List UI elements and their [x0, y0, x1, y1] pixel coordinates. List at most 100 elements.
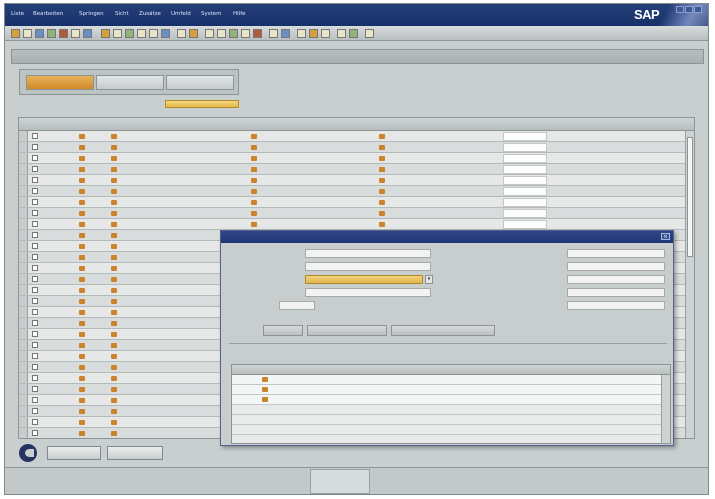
row-selector[interactable] [19, 351, 28, 361]
print-icon[interactable] [83, 29, 92, 38]
table-row[interactable] [19, 175, 687, 186]
menu-item-liste[interactable]: Liste [11, 11, 24, 17]
row-selector[interactable] [19, 230, 28, 240]
help-icon[interactable] [365, 29, 374, 38]
range-slider[interactable] [307, 325, 387, 336]
row-selector[interactable] [19, 395, 28, 405]
dialog-right-field-3[interactable] [567, 275, 665, 284]
item-row[interactable] [232, 405, 663, 415]
table-scrollbar[interactable] [685, 131, 694, 438]
row-selector[interactable] [19, 296, 28, 306]
range-from[interactable] [263, 325, 303, 336]
table-row[interactable] [19, 197, 687, 208]
row-checkbox[interactable] [32, 419, 38, 425]
row-checkbox[interactable] [32, 408, 38, 414]
minimize-icon[interactable] [676, 6, 684, 13]
row-checkbox[interactable] [32, 386, 38, 392]
dialog-right-field-4[interactable] [567, 288, 665, 297]
cancel-icon[interactable] [71, 29, 80, 38]
row-selector[interactable] [19, 175, 28, 185]
dialog-field-3[interactable] [305, 275, 423, 284]
row-selector[interactable] [19, 208, 28, 218]
row-checkbox[interactable] [32, 342, 38, 348]
dialog-right-field-1[interactable] [567, 249, 665, 258]
row-selector[interactable] [19, 263, 28, 273]
value-help-icon[interactable]: ▾ [425, 275, 433, 284]
row-checkbox[interactable] [32, 243, 38, 249]
row-checkbox[interactable] [32, 221, 38, 227]
item-row[interactable] [232, 385, 663, 395]
row-checkbox[interactable] [32, 254, 38, 260]
row-checkbox[interactable] [32, 364, 38, 370]
find-icon[interactable] [101, 29, 110, 38]
scrollbar-thumb[interactable] [687, 137, 693, 257]
row-checkbox[interactable] [32, 320, 38, 326]
sort-asc-icon[interactable] [205, 29, 214, 38]
row-selector[interactable] [19, 417, 28, 427]
table-row[interactable] [19, 142, 687, 153]
details-icon[interactable] [297, 29, 306, 38]
dialog-field-5[interactable] [279, 301, 315, 310]
graphic-icon[interactable] [337, 29, 346, 38]
item-row[interactable] [232, 435, 663, 443]
tab-3[interactable] [166, 75, 234, 90]
row-checkbox[interactable] [32, 177, 38, 183]
row-selector[interactable] [19, 384, 28, 394]
row-checkbox[interactable] [32, 199, 38, 205]
menu-item-sicht[interactable]: Sicht [115, 11, 129, 17]
row-checkbox[interactable] [32, 188, 38, 194]
row-checkbox[interactable] [32, 276, 38, 282]
item-table-scrollbar[interactable] [661, 375, 670, 443]
export-icon[interactable] [281, 29, 290, 38]
menu-item-bearbeiten[interactable]: Bearbeiten [33, 11, 63, 17]
first-page-icon[interactable] [125, 29, 134, 38]
range-to[interactable] [391, 325, 495, 336]
last-page-icon[interactable] [161, 29, 170, 38]
maximize-icon[interactable] [685, 6, 693, 13]
dialog-field-4[interactable] [305, 288, 431, 297]
cancel-button[interactable] [107, 446, 163, 460]
previous-page-icon[interactable] [137, 29, 146, 38]
enter-icon[interactable] [11, 29, 20, 38]
command-field-icon[interactable] [23, 29, 32, 38]
row-selector[interactable] [19, 340, 28, 350]
layout-icon[interactable] [269, 29, 278, 38]
save-icon[interactable] [35, 29, 44, 38]
row-selector[interactable] [19, 142, 28, 152]
menu-item-umfeld[interactable]: Umfeld [171, 11, 191, 17]
row-selector[interactable] [19, 186, 28, 196]
row-selector[interactable] [19, 362, 28, 372]
item-row[interactable] [232, 425, 663, 435]
row-selector[interactable] [19, 428, 28, 438]
row-checkbox[interactable] [32, 353, 38, 359]
row-checkbox[interactable] [32, 166, 38, 172]
exit-icon[interactable] [59, 29, 68, 38]
row-checkbox[interactable] [32, 375, 38, 381]
row-checkbox[interactable] [32, 144, 38, 150]
back-icon[interactable] [47, 29, 56, 38]
row-selector[interactable] [19, 329, 28, 339]
table-row[interactable] [19, 153, 687, 164]
row-checkbox[interactable] [32, 265, 38, 271]
shortcut-icon[interactable] [189, 29, 198, 38]
row-selector[interactable] [19, 373, 28, 383]
dialog-close-icon[interactable]: × [661, 233, 670, 240]
new-session-icon[interactable] [177, 29, 186, 38]
filter-icon[interactable] [229, 29, 238, 38]
mail-icon[interactable] [349, 29, 358, 38]
edit-icon[interactable] [309, 29, 318, 38]
row-selector[interactable] [19, 285, 28, 295]
sort-desc-icon[interactable] [217, 29, 226, 38]
tab-1[interactable] [26, 75, 94, 90]
dialog-field-1[interactable] [305, 249, 431, 258]
next-page-icon[interactable] [149, 29, 158, 38]
row-checkbox[interactable] [32, 298, 38, 304]
menu-item-system[interactable]: System [201, 11, 222, 17]
item-row[interactable] [232, 375, 663, 385]
subtotal-icon[interactable] [253, 29, 262, 38]
row-checkbox[interactable] [32, 430, 38, 436]
table-row[interactable] [19, 131, 687, 142]
dialog-right-field-2[interactable] [567, 262, 665, 271]
item-row[interactable] [232, 415, 663, 425]
refresh-icon[interactable] [321, 29, 330, 38]
